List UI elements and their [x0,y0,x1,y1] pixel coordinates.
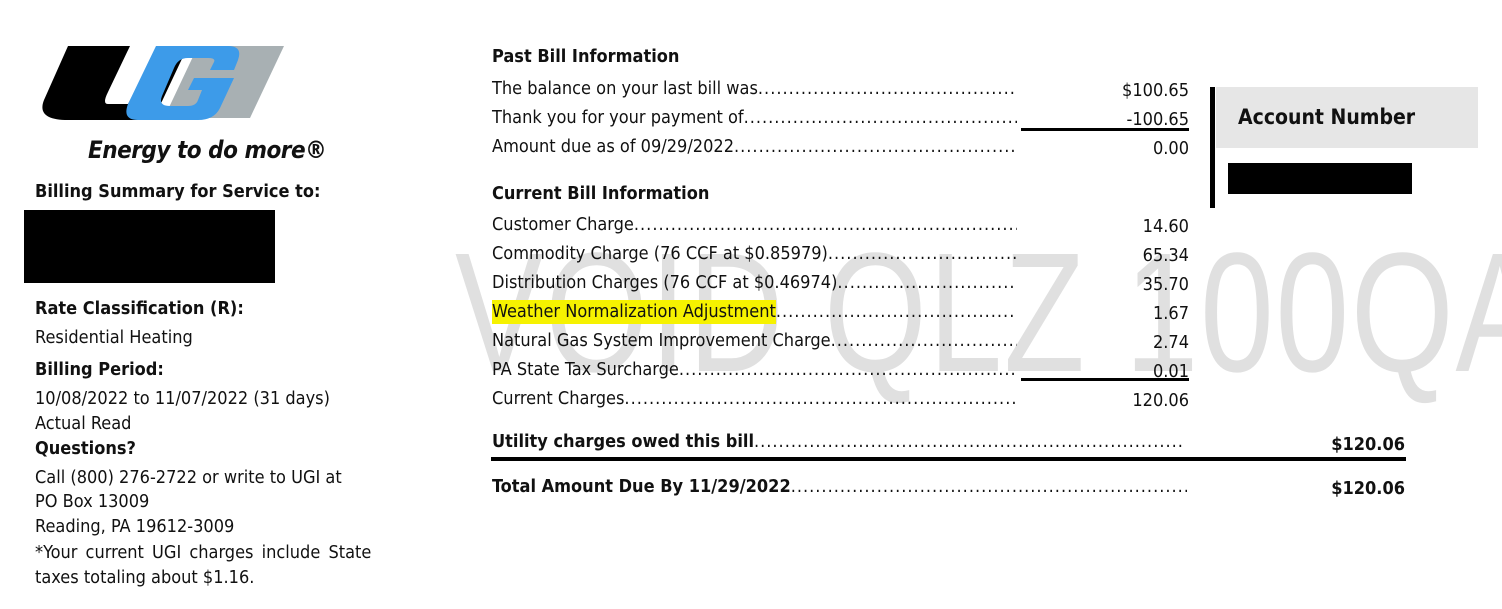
contact-line: Reading, PA 19612-3009 [35,516,235,537]
dot-leader: ........................................… [753,431,1184,452]
logo-tagline: Energy to do more® [88,136,327,164]
ugi-logo [38,42,288,122]
line-item-row: PA State Tax Surcharge..................… [492,356,1017,382]
line-item-row: Current Charges.........................… [492,385,1017,411]
line-item-label: Customer Charge [492,214,634,235]
line-item-label: PA State Tax Surcharge [492,359,679,380]
dot-leader: ........................................… [837,272,1017,293]
dot-leader: ........................................… [743,107,1017,128]
current-bill-heading: Current Bill Information [492,183,710,204]
account-number-label: Account Number [1238,105,1416,129]
line-item-amount: $100.65 [1122,80,1189,101]
line-item-amount: 120.06 [1132,390,1189,411]
utility-charges-row: Utility charges owed this bill .........… [492,428,1184,454]
contact-line: Call (800) 276-2722 or write to UGI at [35,467,342,488]
line-item-row: Weather Normalization Adjustment........… [492,298,1017,324]
line-item-amount: 65.34 [1142,245,1189,266]
dot-leader: ........................................… [678,359,1017,380]
redacted-service-address [24,210,275,283]
line-item-label: Commodity Charge (76 CCF at $0.85979) [492,243,828,264]
utility-total-rule [491,457,1406,461]
total-due-row: Total Amount Due By 11/29/2022 .........… [492,473,1187,499]
line-item-amount: 14.60 [1142,216,1189,237]
dot-leader: ........................................… [830,330,1017,351]
total-due-amount: $120.06 [1331,478,1405,499]
contact-line: PO Box 13009 [35,491,150,512]
line-item-amount: 0.01 [1152,361,1189,382]
line-item-label: Natural Gas System Improvement Charge [492,330,831,351]
line-item-label: Amount due as of 09/29/2022 [492,136,734,157]
redacted-account-number [1228,163,1412,194]
rate-classification-value: Residential Heating [35,327,193,348]
line-item-amount: 35.70 [1142,274,1189,295]
billing-period-value: 10/08/2022 to 11/07/2022 (31 days) [35,388,330,409]
line-item-label: Thank you for your payment of [492,107,744,128]
line-item-row: Distribution Charges (76 CCF at $0.46974… [492,269,1017,295]
tax-note-line: taxes totaling about $1.16. [35,567,255,588]
dot-leader: ........................................… [790,476,1187,497]
account-number-box: Account Number [1216,87,1478,148]
line-item-amount: 0.00 [1152,138,1189,159]
dot-leader: ........................................… [827,243,1017,264]
rate-classification-label: Rate Classification (R): [35,298,244,319]
utility-charges-amount: $120.06 [1331,434,1405,455]
line-item-label: Weather Normalization Adjustment [492,300,776,324]
line-item-row: Customer Charge.........................… [492,211,1017,237]
billing-period-label: Billing Period: [35,359,164,380]
line-item-label: The balance on your last bill was [492,78,758,99]
line-item-row: The balance on your last bill was.......… [492,75,1017,101]
total-due-label: Total Amount Due By 11/29/2022 [492,476,791,497]
dot-leader: ........................................… [775,301,1017,322]
line-item-amount: 2.74 [1152,332,1189,353]
billing-summary-heading: Billing Summary for Service to: [35,181,321,202]
line-item-amount: -100.65 [1126,109,1190,130]
line-item-row: Commodity Charge (76 CCF at $0.85979)...… [492,240,1017,266]
ugi-logo-mark [42,46,284,120]
questions-label: Questions? [35,438,136,459]
dot-leader: ........................................… [633,214,1017,235]
dot-leader: ........................................… [624,388,1017,409]
line-item-row: Natural Gas System Improvement Charge...… [492,327,1017,353]
line-item-label: Current Charges [492,388,625,409]
past-bill-heading: Past Bill Information [492,46,680,67]
line-item-label: Distribution Charges (76 CCF at $0.46974… [492,272,838,293]
line-item-row: Amount due as of 09/29/2022.............… [492,133,1017,159]
utility-charges-label: Utility charges owed this bill [492,431,754,452]
account-box-left-rule [1210,87,1215,208]
dot-leader: ........................................… [734,136,1017,157]
read-type: Actual Read [35,413,132,434]
tax-note-line: *Your current UGI charges include State [35,542,372,563]
dot-leader: ........................................… [757,78,1017,99]
line-item-row: Thank you for your payment of...........… [492,104,1017,130]
line-item-amount: 1.67 [1152,303,1189,324]
